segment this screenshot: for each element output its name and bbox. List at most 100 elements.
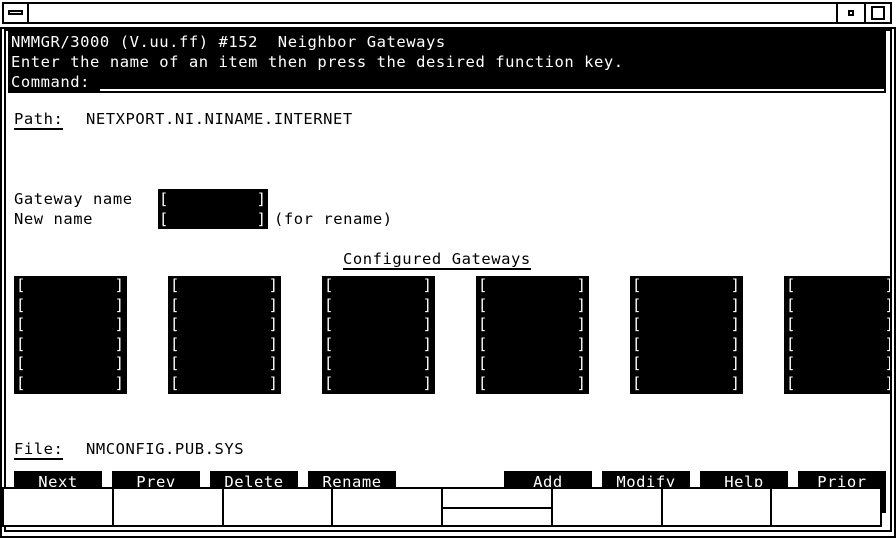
bracket-close: ] [268, 354, 278, 372]
bracket-open: [ [786, 373, 796, 392]
gateway-column: [][][][][][] [168, 276, 281, 394]
gateway-entry-field[interactable]: [] [14, 374, 127, 394]
gateway-entry-field[interactable]: [] [476, 374, 589, 394]
gateway-entry-field[interactable]: [] [784, 276, 890, 296]
window-menu-glyph [8, 10, 23, 15]
bracket-open: [ [786, 276, 796, 294]
bracket-open: [ [632, 373, 642, 392]
gateway-entry-field[interactable]: [] [784, 315, 890, 335]
bracket-open: [ [170, 276, 180, 294]
gateway-entry-field[interactable]: [] [168, 374, 281, 394]
gateway-entry-field[interactable]: [] [476, 315, 589, 335]
softkey-cell[interactable] [552, 489, 663, 525]
gateway-entry-field[interactable]: [] [630, 335, 743, 355]
gateway-column: [][][][][][] [476, 276, 589, 394]
gateway-entry-field[interactable]: [] [322, 315, 435, 335]
path-label: Path: [14, 110, 64, 130]
softkey-cell[interactable] [662, 489, 773, 525]
bracket-open: [ [16, 295, 26, 314]
gateway-entry-field[interactable]: [] [630, 315, 743, 335]
softkey-cell[interactable] [443, 489, 553, 525]
gateway-entry-field[interactable]: [] [630, 374, 743, 394]
bracket-open: [ [170, 354, 180, 372]
gateway-entry-field[interactable]: [] [14, 296, 127, 316]
gateway-entry-field[interactable]: [] [630, 296, 743, 316]
bracket-close: ] [730, 295, 740, 314]
instruction-text: Enter the name of an item then press the… [11, 53, 624, 71]
bracket-open: [ [324, 354, 334, 372]
gateway-entry-field[interactable]: [] [476, 296, 589, 316]
minimize-glyph [848, 10, 854, 16]
gateway-entry-field[interactable]: [] [784, 335, 890, 355]
maximize-icon[interactable] [864, 4, 890, 22]
gateway-entry-field[interactable]: [] [14, 354, 127, 374]
bracket-open: [ [786, 354, 796, 372]
bracket-close: ] [268, 373, 278, 392]
gateway-entry-field[interactable]: [] [784, 374, 890, 394]
bracket-close: ] [114, 315, 124, 333]
window-title [31, 4, 834, 22]
softkey-cell[interactable] [333, 489, 443, 525]
gateway-entry-field[interactable]: [] [322, 354, 435, 374]
gateway-entry-field[interactable]: [] [476, 276, 589, 296]
terminal-frame-outer: NMMGR/3000 (V.uu.ff) #152 Neighbor Gatew… [0, 27, 896, 538]
rename-hint: (for rename) [274, 210, 393, 228]
gateway-entry-field[interactable]: [] [630, 354, 743, 374]
gateway-name-label: Gateway name [14, 190, 133, 208]
gateway-entry-field[interactable]: [] [168, 276, 281, 296]
application-window: NMMGR/3000 (V.uu.ff) #152 Neighbor Gatew… [0, 0, 896, 538]
gateway-entry-field[interactable]: [] [630, 276, 743, 296]
gateway-name-input[interactable]: [ ] [158, 189, 268, 209]
gateway-entry-field[interactable]: [] [476, 335, 589, 355]
gateway-entry-field[interactable]: [] [322, 374, 435, 394]
gateway-entry-field[interactable]: [] [14, 315, 127, 335]
gateway-entry-field[interactable]: [] [784, 296, 890, 316]
new-name-input[interactable]: [ ] [158, 209, 268, 229]
softkey-cell[interactable] [113, 489, 224, 525]
bracket-close: ] [576, 354, 586, 372]
bracket-close: ] [885, 314, 890, 334]
minimize-icon[interactable] [836, 4, 862, 22]
bracket-open: [ [478, 334, 488, 353]
softkey-cell[interactable] [223, 489, 334, 525]
bracket-open: [ [324, 334, 334, 353]
gateway-entry-field[interactable]: [] [168, 354, 281, 374]
gateway-entry-field[interactable]: [] [14, 335, 127, 355]
gateway-entry-field[interactable]: [] [322, 335, 435, 355]
bracket-close: ] [885, 373, 890, 393]
bracket-open: [ [324, 373, 334, 392]
gateway-entry-field[interactable]: [] [168, 315, 281, 335]
bracket-open: [ [170, 373, 180, 392]
bracket-open: [ [632, 295, 642, 314]
command-input[interactable] [100, 89, 884, 91]
gateway-entry-field[interactable]: [] [784, 354, 890, 374]
softkey-cell[interactable] [4, 489, 114, 525]
bracket-close: ] [114, 295, 124, 314]
gateway-entry-field[interactable]: [] [322, 296, 435, 316]
bracket-open: [ [16, 354, 26, 372]
bracket-open: [ [16, 276, 26, 294]
bracket-close: ] [730, 334, 740, 353]
gateway-entry-field[interactable]: [] [168, 296, 281, 316]
bracket-open: [ [786, 315, 796, 333]
bracket-close: ] [576, 334, 586, 353]
bracket-close: ] [422, 354, 432, 372]
gateway-entry-field[interactable]: [] [476, 354, 589, 374]
bracket-close: ] [730, 276, 740, 294]
bracket-open: [ [632, 276, 642, 294]
gateway-entry-field[interactable]: [] [14, 276, 127, 296]
gateway-entry-field[interactable]: [] [322, 276, 435, 296]
bracket-close: ] [576, 295, 586, 314]
bracket-open: [ [478, 373, 488, 392]
softkey-cell[interactable] [772, 489, 880, 525]
window-menu-icon[interactable] [4, 4, 29, 22]
title-bar [2, 2, 892, 24]
configured-gateways-heading: Configured Gateways [343, 250, 531, 270]
gateway-column: [][][][][][] [14, 276, 127, 394]
bracket-open: [ [786, 334, 796, 353]
bracket-open: [ [632, 354, 642, 372]
bracket-open: [ [16, 334, 26, 353]
softkey-bar [2, 487, 882, 527]
bracket-open: [ [170, 295, 180, 314]
gateway-entry-field[interactable]: [] [168, 335, 281, 355]
